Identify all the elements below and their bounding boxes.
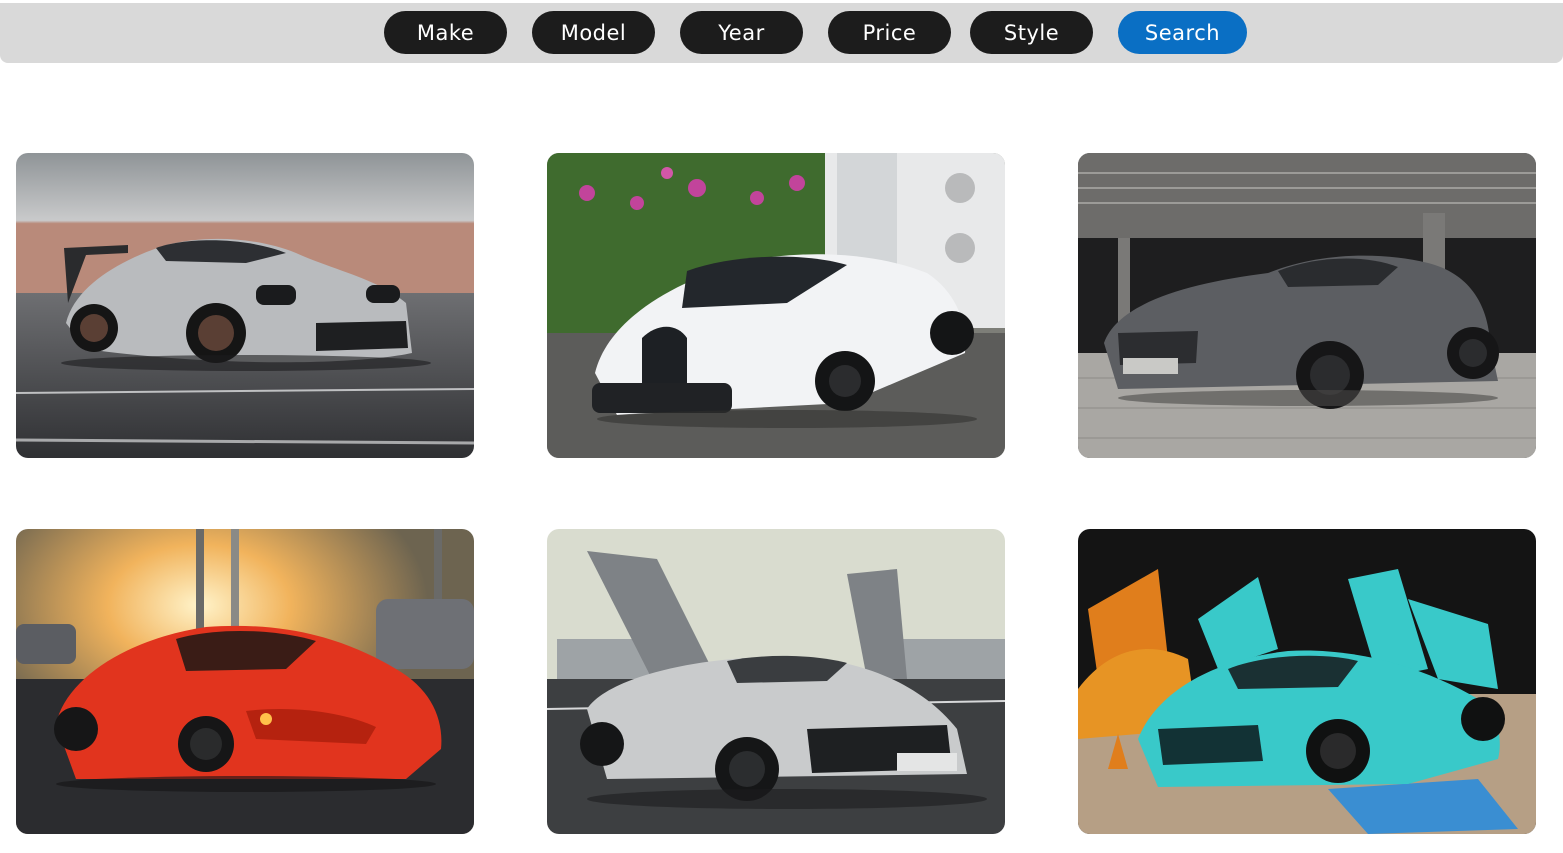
car-photo (547, 529, 1005, 834)
car-photo (16, 529, 474, 834)
make-filter-button[interactable]: Make (384, 11, 507, 54)
car-card-grey-grand-tourer[interactable] (1078, 153, 1536, 458)
model-filter-button[interactable]: Model (532, 11, 655, 54)
filter-bar: Make Model Year Price Style Search (0, 3, 1563, 63)
car-card-silver-sports-car[interactable] (16, 153, 474, 458)
year-filter-button[interactable]: Year (680, 11, 803, 54)
car-card-red-sports-car[interactable] (16, 529, 474, 834)
style-filter-button[interactable]: Style (970, 11, 1093, 54)
price-filter-button[interactable]: Price (828, 11, 951, 54)
search-button[interactable]: Search (1118, 11, 1247, 54)
car-photo (1078, 153, 1536, 458)
car-photo (547, 153, 1005, 458)
car-card-silver-supercar-doors-open[interactable] (547, 529, 1005, 834)
car-card-teal-supercar-doors-open[interactable] (1078, 529, 1536, 834)
car-photo (1078, 529, 1536, 834)
car-card-white-hypercar[interactable] (547, 153, 1005, 458)
car-photo (16, 153, 474, 458)
